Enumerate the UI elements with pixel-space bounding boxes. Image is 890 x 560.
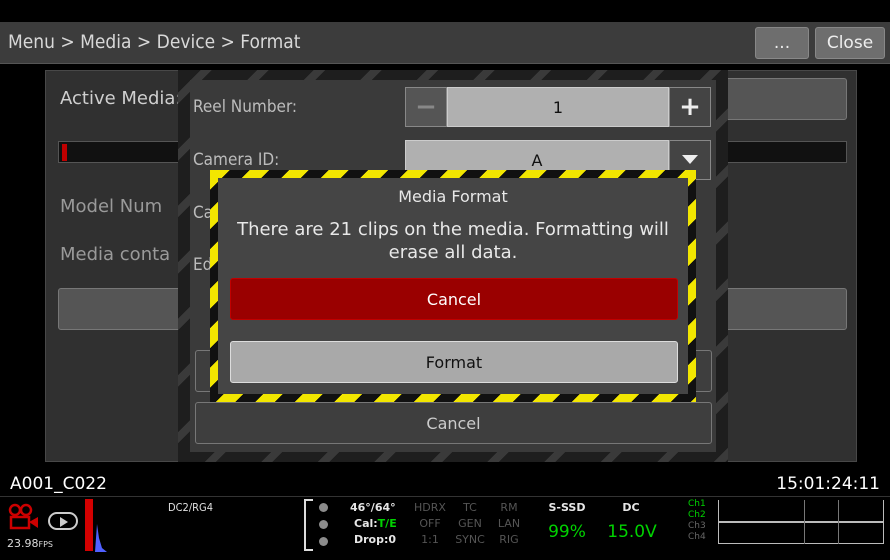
media-capacity-fill — [62, 144, 67, 161]
media-contents-label: Media conta — [60, 244, 171, 265]
confirm-cancel-button[interactable]: Cancel — [230, 278, 678, 320]
rm-label: RM — [500, 501, 518, 514]
audio-channel-2: Ch2 — [688, 510, 706, 520]
reel-increment-button[interactable]: + — [669, 87, 711, 127]
dialog-title: Media Format — [398, 187, 508, 206]
calibration: Cal:T/E — [354, 517, 397, 530]
media-capacity-bar — [58, 141, 184, 163]
tc-sync: SYNC — [455, 533, 485, 546]
histogram-icon — [95, 524, 107, 552]
fps-readout: 23.98FPS — [7, 537, 53, 550]
audio-channel-3: Ch3 — [688, 521, 706, 531]
tc-value: GEN — [458, 517, 482, 530]
hdrx-value: OFF — [419, 517, 441, 530]
indicator-dot-2 — [319, 520, 328, 529]
fps-unit: FPS — [38, 540, 54, 549]
color-science: DC2/RG4 — [168, 501, 214, 514]
drop-frames: Drop:0 — [354, 533, 397, 546]
breadcrumb: Menu > Media > Device > Format — [8, 31, 301, 53]
active-media-select[interactable] — [715, 78, 847, 120]
audio-meter-tick — [838, 500, 839, 544]
audio-channel-4: Ch4 — [688, 532, 706, 542]
format-settings-cancel-button[interactable]: Cancel — [195, 402, 712, 444]
audio-meter-lower — [718, 522, 884, 544]
hdrx-label: HDRX — [414, 501, 446, 514]
rm-value: LAN — [497, 517, 521, 530]
more-button[interactable]: ... — [755, 27, 809, 59]
active-media-label: Active Media: — [60, 88, 182, 109]
bg-button-left[interactable] — [58, 288, 188, 330]
dialog-message: There are 21 clips on the media. Formatt… — [237, 219, 669, 263]
reel-number-field[interactable]: 1 — [447, 87, 669, 127]
media-type: S-SSD — [548, 501, 586, 514]
media-capacity-bar-right — [718, 141, 847, 163]
tc-label: TC — [463, 501, 477, 514]
close-button[interactable]: Close — [815, 27, 885, 59]
audio-meter-upper — [718, 500, 884, 522]
record-level-bar — [85, 499, 93, 551]
reel-decrement-button[interactable]: − — [405, 87, 447, 127]
camera-record-icon — [8, 503, 38, 530]
fps-value: 23.98 — [7, 537, 39, 550]
audio-meter-tick — [804, 500, 805, 544]
timecode: 15:01:24:11 — [776, 474, 880, 494]
playback-button[interactable] — [48, 512, 78, 530]
audio-channel-1: Ch1 — [688, 499, 706, 509]
clip-name: A001_C022 — [10, 474, 107, 494]
play-icon — [60, 517, 68, 527]
camera-id-label: Camera ID: — [193, 150, 280, 170]
shutter-angle: 46°/64° — [350, 501, 396, 514]
power-voltage: 15.0V — [607, 522, 657, 542]
cal-value: T/E — [377, 517, 397, 530]
bg-button-right[interactable] — [716, 288, 847, 330]
rm-rig: RIG — [499, 533, 519, 546]
status-divider-bracket — [304, 499, 313, 551]
cal-label: Cal: — [354, 517, 378, 530]
media-remaining: 99% — [548, 522, 586, 542]
model-number-label: Model Num — [60, 196, 163, 217]
chevron-down-icon — [682, 155, 698, 164]
power-type: DC — [622, 501, 640, 514]
reel-number-label: Reel Number: — [193, 97, 298, 117]
confirm-format-button[interactable]: Format — [230, 341, 678, 383]
indicator-dot-3 — [319, 537, 328, 546]
hdrx-ratio: 1:1 — [421, 533, 439, 546]
indicator-dot-1 — [319, 503, 328, 512]
